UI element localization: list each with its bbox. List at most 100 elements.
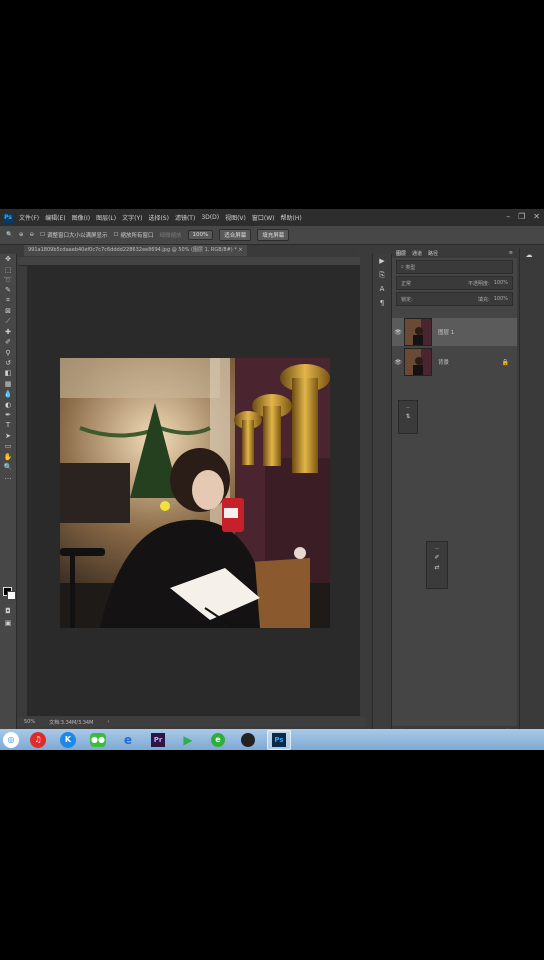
tab-layers[interactable]: 图层 <box>396 250 406 257</box>
kind-filter-label: 类型 <box>405 264 416 271</box>
resize-windows-option[interactable]: ☐ 调整窗口大小以满屏显示 <box>40 231 107 239</box>
path-select-tool-icon[interactable]: ➤ <box>0 431 16 441</box>
zoom-out-icon[interactable]: ⊖ <box>29 232 34 238</box>
visibility-eye-icon[interactable]: 👁 <box>392 329 404 336</box>
resize-windows-label: 调整窗口大小以满屏显示 <box>47 233 108 239</box>
status-arrow-icon[interactable]: › <box>107 719 109 725</box>
crop-tool-icon[interactable]: ⌗ <box>0 296 16 306</box>
document-tab-title: 991a1809b5cdaaeb40ef0c7c7c6dddd228632ee8… <box>28 247 237 253</box>
adjust-icon[interactable]: ⇄ <box>434 564 439 571</box>
wechat-icon[interactable]: ●● <box>87 731 109 749</box>
menu-select[interactable]: 选择(S) <box>148 213 169 222</box>
zoom-level[interactable]: 50% <box>24 719 35 725</box>
healing-brush-tool-icon[interactable]: ✚ <box>0 327 16 337</box>
ie-icon[interactable]: e <box>117 731 139 749</box>
hand-tool-icon[interactable]: ✋ <box>0 451 16 461</box>
layer-name: 图层 1 <box>438 330 455 336</box>
tools-panel: ✥ ⬚ ➰ ✎ ⌗ ⊠ ⟋ ✚ ✐ ⚲ ↺ ◧ ▦ 💧 ◐ ✒ T ➤ ▭ ✋ … <box>0 254 17 750</box>
brush-settings-icon[interactable]: ✐ <box>434 554 439 561</box>
more-tools-icon[interactable]: … <box>0 472 16 482</box>
minimize-icon[interactable]: – <box>506 212 510 221</box>
document-tab-bar: 991a1809b5cdaaeb40ef0c7c7c6dddd228632ee8… <box>18 245 358 256</box>
layer-row[interactable]: 👁 图层 1 <box>392 318 517 346</box>
rectangle-tool-icon[interactable]: ▭ <box>0 441 16 451</box>
photoshop-window: Ps 文件(F) 编辑(E) 图像(I) 图层(L) 文字(Y) 选择(S) 滤… <box>0 209 544 750</box>
menu-edit[interactable]: 编辑(E) <box>45 213 65 222</box>
tab-paths[interactable]: 路径 <box>428 250 438 257</box>
menu-view[interactable]: 视图(V) <box>225 213 246 222</box>
browser-icon[interactable]: e <box>207 731 229 749</box>
brush-tool-icon[interactable]: ✐ <box>0 337 16 347</box>
fill-screen-button[interactable]: 填充屏幕 <box>257 229 290 241</box>
restore-icon[interactable]: ❐ <box>518 212 525 221</box>
screen-mode-icon[interactable]: ▣ <box>0 618 16 628</box>
menu-type[interactable]: 文字(Y) <box>122 213 142 222</box>
blur-tool-icon[interactable]: 💧 <box>0 389 16 399</box>
tab-close-icon[interactable]: × <box>238 247 242 253</box>
premiere-label: Pr <box>151 732 165 747</box>
layer-row[interactable]: 👁 背景 🔒 <box>392 348 517 376</box>
canvas-area[interactable] <box>27 266 360 716</box>
layer-thumbnail <box>404 318 432 346</box>
properties-icon[interactable]: ⇅ <box>405 413 410 420</box>
panel-menu-icon[interactable]: ≡ <box>509 250 513 256</box>
opacity-input[interactable]: 100% <box>494 280 508 286</box>
menu-help[interactable]: 帮助(H) <box>281 213 302 222</box>
panel-grip-icon[interactable]: ‥ <box>406 403 410 410</box>
zoom-all-label: 缩放所有窗口 <box>120 233 154 239</box>
tab-channels[interactable]: 通道 <box>412 250 422 257</box>
zoom-in-icon[interactable]: ⊕ <box>19 232 24 238</box>
kugou-icon[interactable]: K <box>57 731 79 749</box>
options-bar: 🔍 ⊕ ⊖ ☐ 调整窗口大小以满屏显示 ☐ 缩放所有窗口 细微缩放 100% 适… <box>0 226 544 245</box>
eraser-tool-icon[interactable]: ◧ <box>0 368 16 378</box>
quick-mask-icon[interactable]: ◘ <box>0 606 16 616</box>
clone-stamp-tool-icon[interactable]: ⚲ <box>0 348 16 358</box>
quick-select-tool-icon[interactable]: ✎ <box>0 285 16 295</box>
eyedropper-tool-icon[interactable]: ⟋ <box>0 316 16 326</box>
play-icon[interactable]: ▶ <box>373 254 391 268</box>
zoom-tool-icon[interactable]: 🔍 <box>6 232 13 238</box>
360-icon[interactable]: ◎ <box>3 731 19 748</box>
paragraph-icon[interactable]: ¶ <box>373 296 391 310</box>
history-brush-tool-icon[interactable]: ↺ <box>0 358 16 368</box>
menu-layer[interactable]: 图层(L) <box>96 213 116 222</box>
zoom-100-button[interactable]: 100% <box>187 230 214 240</box>
dodge-tool-icon[interactable]: ◐ <box>0 399 16 409</box>
pen-tool-icon[interactable]: ✒ <box>0 410 16 420</box>
video-icon[interactable]: ▶ <box>177 731 199 749</box>
document-size-info: 文档:3.34M/3.34M <box>49 719 94 726</box>
character-icon[interactable]: A <box>373 282 391 296</box>
type-tool-icon[interactable]: T <box>0 420 16 430</box>
scrubby-zoom-option[interactable]: 细微缩放 <box>159 231 181 239</box>
status-bar: 50% 文档:3.34M/3.34M › <box>18 717 366 727</box>
menu-bar: Ps 文件(F) 编辑(E) 图像(I) 图层(L) 文字(Y) 选择(S) 滤… <box>0 209 544 226</box>
menu-3d[interactable]: 3D(D) <box>201 214 219 221</box>
document-tab[interactable]: 991a1809b5cdaaeb40ef0c7c7c6dddd228632ee8… <box>24 245 247 256</box>
blend-mode-select[interactable]: 正常 <box>401 280 411 287</box>
photoshop-icon[interactable]: Ps <box>267 729 291 750</box>
fit-screen-button[interactable]: 适合屏幕 <box>219 229 252 241</box>
panel-grip-icon[interactable]: ‥ <box>435 544 439 551</box>
menu-filter[interactable]: 滤镜(T) <box>175 213 195 222</box>
marquee-tool-icon[interactable]: ⬚ <box>0 264 16 274</box>
menu-file[interactable]: 文件(F) <box>19 213 39 222</box>
premiere-icon[interactable]: Pr <box>147 731 169 749</box>
photoshop-logo-icon: Ps <box>3 212 13 223</box>
libraries-icon[interactable]: ☁ <box>520 248 538 262</box>
netease-music-icon[interactable]: ♫ <box>27 731 49 749</box>
history-icon[interactable]: ⎘ <box>373 268 391 282</box>
visibility-eye-icon[interactable]: 👁 <box>392 359 404 366</box>
close-icon[interactable]: ✕ <box>533 212 540 221</box>
layer-kind-filter[interactable]: ⌕ 类型 <box>396 260 513 274</box>
zoom-tool-panel-icon[interactable]: 🔍 <box>0 462 16 472</box>
gradient-tool-icon[interactable]: ▦ <box>0 379 16 389</box>
zoom-all-option[interactable]: ☐ 缩放所有窗口 <box>114 231 154 239</box>
fill-input[interactable]: 100% <box>494 296 508 302</box>
menu-image[interactable]: 图像(I) <box>72 213 90 222</box>
lasso-tool-icon[interactable]: ➰ <box>0 275 16 285</box>
menu-window[interactable]: 窗口(W) <box>252 213 275 222</box>
photo-icon[interactable] <box>237 731 259 749</box>
move-tool-icon[interactable]: ✥ <box>0 254 16 264</box>
background-color-swatch[interactable] <box>7 591 16 600</box>
frame-tool-icon[interactable]: ⊠ <box>0 306 16 316</box>
